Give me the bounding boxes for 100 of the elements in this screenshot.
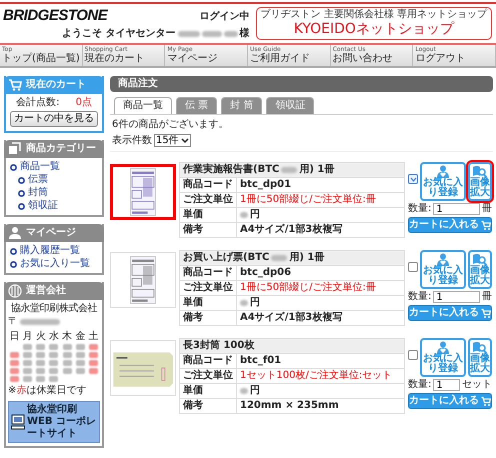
field-label: 単価	[180, 208, 236, 222]
product-image-frame[interactable]	[110, 164, 176, 220]
person-heart-icon	[436, 341, 450, 354]
weekday-label: 日	[10, 331, 20, 342]
order-unit-notice: 1冊に50部綴じ/ご注文単位:冊	[236, 280, 404, 296]
corporate-site-banner[interactable]: 協永堂印刷 WEB コーポレートサイト	[8, 401, 100, 443]
magnifier-icon	[472, 341, 488, 354]
field-label: 単価	[180, 384, 236, 398]
redaction-mark	[202, 31, 222, 37]
person-heart-icon	[436, 253, 450, 266]
unit-label: セット	[462, 379, 492, 391]
sidebar-link[interactable]: 領収証	[28, 200, 58, 212]
quantity-label: 数量:	[408, 203, 432, 215]
brand-logo: BRIDGESTONE	[3, 7, 108, 25]
person-icon	[8, 226, 22, 240]
product-title: お買い上げ票(BTC 用) 1冊	[180, 250, 404, 266]
checkbox[interactable]	[408, 350, 418, 360]
weekday-label: 土	[88, 331, 98, 342]
zoom-image-button[interactable]: 画像拡大	[468, 338, 492, 377]
field-value: btc_dp06	[236, 266, 404, 280]
redaction-mark	[224, 31, 238, 37]
login-status: ログイン中	[200, 11, 250, 23]
quantity-label: 数量:	[408, 379, 432, 391]
bullet-icon	[10, 260, 17, 268]
squares-icon	[8, 142, 22, 156]
field-label: 備考	[180, 310, 236, 326]
cart-icon	[481, 308, 491, 318]
field-value: btc_f01	[236, 354, 404, 368]
order-unit-notice: 1冊に50部綴じ/ご注文単位:冊	[236, 192, 404, 208]
redaction-mark	[240, 212, 248, 218]
weekday-label: 火	[36, 331, 46, 342]
field-value: A4サイズ/1部3枚複写	[236, 222, 404, 238]
sidebar-link[interactable]: 伝票	[28, 174, 48, 186]
checkbox[interactable]	[408, 262, 418, 272]
field-label: 商品コード	[180, 354, 236, 368]
product-title: 作業実施報告書(BTC 用) 1冊	[180, 162, 404, 178]
product-title: 長3封筒 100枚	[180, 338, 404, 354]
weekday-label: 月	[22, 331, 33, 342]
points-label: 会計点数:	[16, 97, 60, 109]
bullet-icon	[18, 190, 25, 196]
panel-title: 商品カテゴリー	[26, 143, 96, 155]
magnifier-icon	[472, 165, 488, 178]
field-label: ご注文単位	[180, 192, 236, 208]
item-count-text: 6件の商品がございます。	[112, 119, 230, 131]
favorite-button[interactable]: お気に入り登録	[420, 338, 466, 377]
honorific-text: 様	[240, 28, 250, 40]
redaction-mark	[20, 319, 60, 325]
sidebar-link[interactable]: 封筒	[28, 187, 48, 199]
company-name: 協永堂印刷株式会社	[10, 303, 98, 315]
bullet-icon	[18, 176, 25, 184]
panel-title: マイページ	[26, 227, 76, 239]
quantity-field[interactable]: 1	[433, 379, 460, 391]
category-tab[interactable]: 商品一覧	[114, 97, 172, 114]
favorite-button[interactable]: お気に入り登録	[420, 162, 466, 201]
redaction-mark	[281, 167, 298, 173]
field-label: 商品コード	[180, 266, 236, 280]
computer-icon	[11, 414, 25, 430]
quantity-field[interactable]: 1	[433, 203, 480, 215]
unit-label: 冊	[482, 203, 492, 215]
weekday-label: 水	[48, 331, 59, 342]
bullet-icon	[18, 202, 25, 210]
field-label: 備考	[180, 398, 236, 414]
view-cart-button[interactable]: カートの中を見る	[10, 111, 98, 127]
shop-banner[interactable]: ブリヂストン 主要関係会社様 専用ネットショップ KYOEIDOネットショップ	[256, 7, 492, 40]
section-title: 商品注文	[110, 76, 493, 92]
postal-mark: 〒	[8, 316, 18, 328]
points-value: 0点	[76, 97, 92, 109]
per-page-select[interactable]: 15件	[154, 134, 191, 147]
field-label: 商品コード	[180, 178, 236, 192]
cart-icon	[8, 78, 22, 92]
redaction-mark	[271, 255, 288, 261]
weekday-label: 金	[75, 331, 86, 342]
weekday-label: 木	[62, 331, 72, 342]
field-label: 備考	[180, 222, 236, 238]
sidebar-link[interactable]: 商品一覧	[20, 161, 60, 173]
panel-title: 運営会社	[26, 285, 66, 297]
field-label: ご注文単位	[180, 280, 236, 296]
price-unit: 円	[250, 297, 260, 309]
cart-icon	[481, 220, 491, 230]
holiday-note: ※赤は休業日です	[8, 385, 88, 397]
per-page-label: 表示件数	[112, 134, 152, 146]
field-value: 120mm × 235mm	[236, 398, 404, 414]
quantity-label: 数量:	[408, 291, 432, 303]
zoom-image-button[interactable]: 画像拡大	[468, 250, 492, 289]
bullet-icon	[10, 248, 17, 254]
field-label: ご注文単位	[180, 368, 236, 384]
caret-icon	[180, 137, 189, 144]
welcome-text: ようこそ タイヤセンター	[62, 28, 176, 40]
favorite-button[interactable]: お気に入り登録	[420, 250, 466, 289]
cart-icon	[481, 396, 491, 406]
zoom-image-button[interactable]: 画像拡大	[468, 162, 492, 201]
quantity-field[interactable]: 1	[433, 291, 480, 303]
field-value: btc_dp01	[236, 178, 404, 192]
sidebar-link[interactable]: 購入履歴一覧	[20, 245, 80, 257]
redaction-mark	[240, 388, 248, 394]
person-heart-icon	[436, 165, 450, 178]
sidebar-link[interactable]: お気に入り一覧	[20, 258, 90, 270]
building-icon	[8, 284, 22, 298]
checkbox[interactable]	[408, 174, 418, 184]
order-unit-notice: 1セット100枚/ご注文単位:セット	[236, 368, 404, 384]
